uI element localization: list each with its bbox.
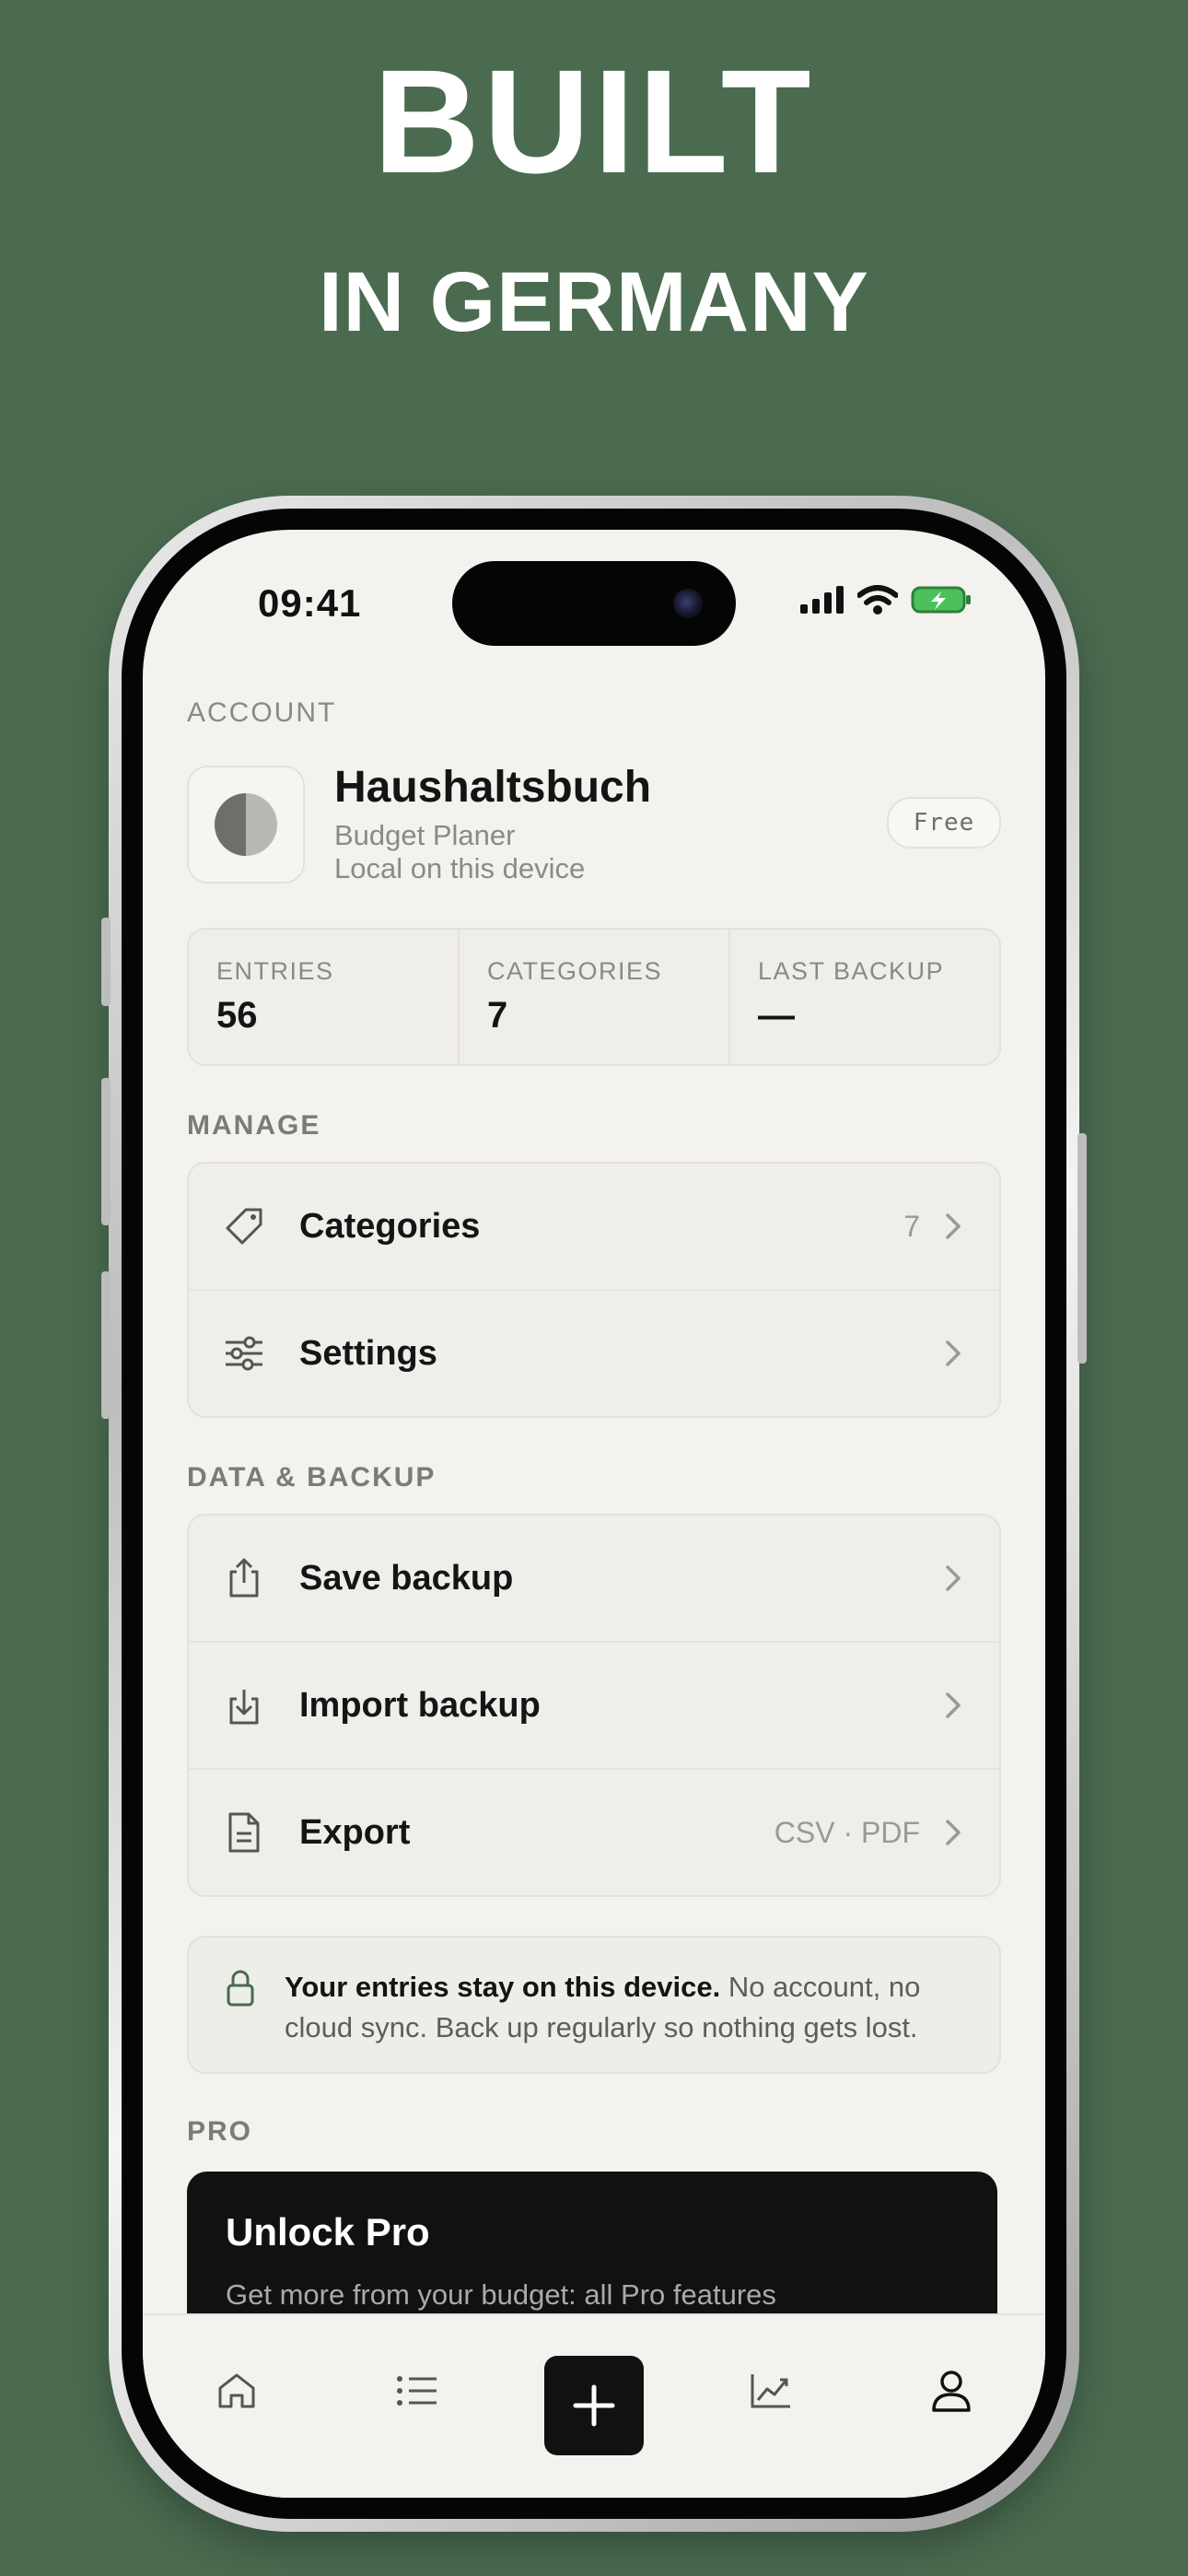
tab-bar <box>143 2313 1045 2498</box>
menu-row-label: Import backup <box>299 1685 541 1725</box>
phone-volume-down-button <box>101 1271 111 1419</box>
menu-row-label: Save backup <box>299 1558 514 1598</box>
home-icon <box>218 2373 255 2408</box>
chevron-right-icon <box>946 1213 961 1239</box>
list-icon <box>397 2376 437 2406</box>
menu-row-label: Export <box>299 1812 411 1852</box>
stat-value: 56 <box>216 995 258 1036</box>
account-storage: Local on this device <box>334 852 586 884</box>
stat-value: 7 <box>487 995 508 1036</box>
section-label-pro: PRO <box>187 2116 253 2147</box>
lock-icon <box>227 1970 254 2007</box>
import-icon <box>229 1690 259 1725</box>
manage-card: Categories 7 Settings <box>187 1162 1001 1418</box>
menu-row-label: Categories <box>299 1206 481 1246</box>
stat-label: CATEGORIES <box>487 957 663 985</box>
menu-row-export[interactable]: Export CSV · PDF <box>189 1768 999 1895</box>
stat-label: LAST BACKUP <box>758 957 945 985</box>
account-name: Haushaltsbuch <box>334 763 652 812</box>
chevron-right-icon <box>946 1341 961 1366</box>
section-label-account: ACCOUNT <box>187 697 337 728</box>
stat-entries: ENTRIES 56 <box>189 930 458 1064</box>
menu-row-import-backup[interactable]: Import backup <box>189 1641 999 1768</box>
half-circle-logo-icon <box>215 793 277 856</box>
headline-built: BUILT <box>373 39 815 204</box>
chart-icon <box>751 2374 790 2408</box>
status-icons <box>800 585 972 615</box>
stat-label: ENTRIES <box>216 957 334 985</box>
wifi-icon <box>857 585 898 615</box>
privacy-text: Your entries stay on this device. No acc… <box>285 1967 975 2048</box>
chevron-right-icon <box>946 1820 961 1845</box>
stats-panel: ENTRIES 56 CATEGORIES 7 LAST BACKUP — <box>187 928 1001 1066</box>
battery-charging-icon <box>911 586 971 614</box>
section-label-data-backup: DATA & BACKUP <box>187 1462 437 1493</box>
menu-row-value: CSV · PDF <box>774 1815 920 1849</box>
tab-profile[interactable] <box>905 2354 997 2428</box>
stat-value: — <box>758 995 795 1036</box>
tab-statistics[interactable] <box>725 2354 817 2428</box>
headline-in-germany: IN GERMANY <box>319 255 869 349</box>
account-subtitle: Budget Planer <box>334 819 516 851</box>
dynamic-island <box>452 561 736 646</box>
phone-power-button <box>1077 1133 1087 1364</box>
privacy-text-bold: Your entries stay on this device. <box>285 1971 721 2003</box>
tab-list[interactable] <box>371 2354 463 2428</box>
phone-screen: 09:41 ACCOUNT Haushaltsbuch Budget Plane… <box>143 530 1045 2498</box>
phone-volume-up-button <box>101 1078 111 1225</box>
plan-badge: Free <box>887 797 1001 849</box>
tag-icon <box>226 1208 262 1245</box>
phone-action-button <box>101 918 111 1006</box>
document-icon <box>228 1812 260 1853</box>
add-icon <box>573 2384 615 2427</box>
status-time: 09:41 <box>258 581 362 625</box>
chevron-right-icon <box>946 1692 961 1718</box>
pro-subtitle: Get more from your budget: all Pro featu… <box>226 2278 776 2311</box>
menu-row-settings[interactable]: Settings <box>189 1289 999 1416</box>
chevron-right-icon <box>946 1565 961 1591</box>
profile-icon <box>932 2371 971 2412</box>
privacy-note: Your entries stay on this device. No acc… <box>187 1936 1001 2074</box>
stat-last-backup: LAST BACKUP — <box>728 930 999 1064</box>
sliders-icon <box>226 1336 262 1371</box>
stat-categories: CATEGORIES 7 <box>458 930 728 1064</box>
tab-home[interactable] <box>191 2354 283 2428</box>
app-logo <box>187 766 305 884</box>
share-icon <box>229 1558 259 1598</box>
menu-row-categories[interactable]: Categories 7 <box>189 1164 999 1289</box>
backup-card: Save backup Import backup Export CSV · P… <box>187 1514 1001 1897</box>
pro-title: Unlock Pro <box>226 2210 430 2254</box>
front-camera-icon <box>673 589 703 618</box>
section-label-manage: MANAGE <box>187 1110 321 1141</box>
menu-row-label: Settings <box>299 1333 437 1373</box>
menu-row-save-backup[interactable]: Save backup <box>189 1516 999 1641</box>
add-entry-button[interactable] <box>544 2356 644 2455</box>
menu-row-value: 7 <box>903 1209 920 1243</box>
cellular-signal-icon <box>800 586 844 614</box>
